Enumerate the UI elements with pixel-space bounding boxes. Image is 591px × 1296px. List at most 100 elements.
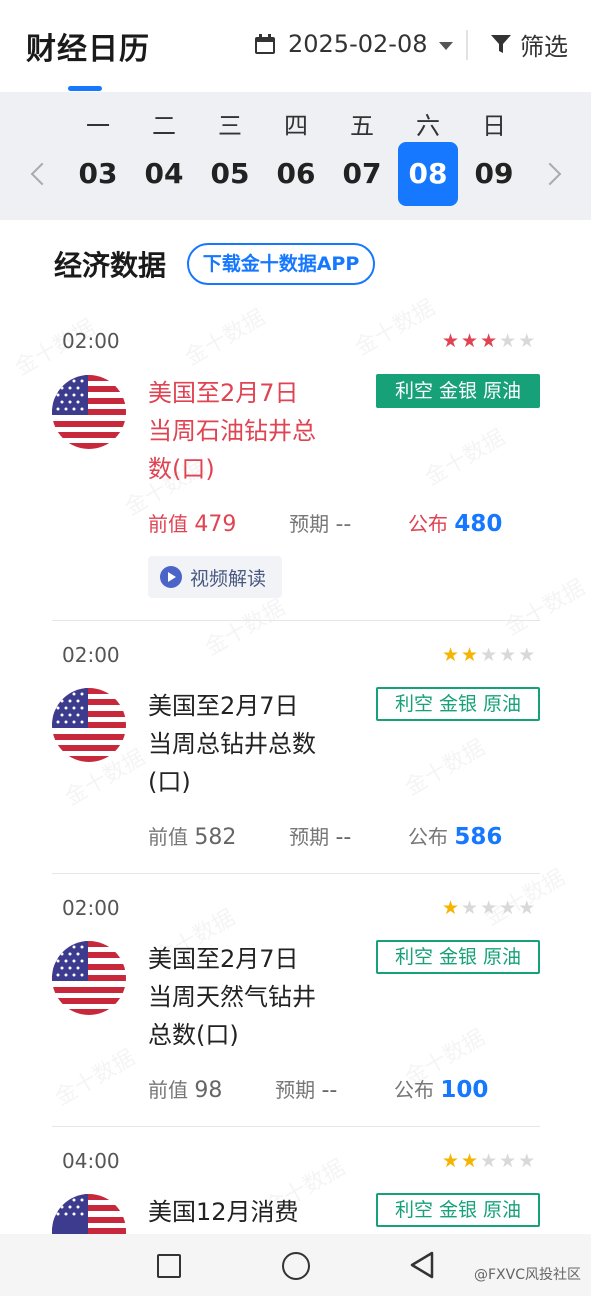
event-metrics: 前值 582 预期 -- 公布 586: [148, 821, 502, 850]
impact-tag: 利空 金银 原油: [376, 687, 540, 721]
impact-tag: 利空 金银 原油: [376, 374, 540, 408]
calendar-icon: [255, 34, 275, 54]
prev-value: 582: [194, 825, 237, 850]
weekday-label: 四: [284, 112, 308, 140]
star-filled-icon: ★: [442, 897, 460, 919]
star-empty-icon: ★: [518, 1150, 536, 1172]
prev-label: 前值: [148, 825, 188, 849]
top-bar: 财经日历 2025-02-08 筛选: [0, 0, 591, 92]
day-button[interactable]: 06: [266, 142, 326, 206]
weekday-label: 六: [416, 112, 440, 140]
watermark: 金十数据: [348, 290, 440, 362]
day-button[interactable]: 09: [464, 142, 524, 206]
star-empty-icon: ★: [499, 644, 517, 666]
video-analysis-button[interactable]: 视频解读: [148, 556, 282, 598]
recents-button[interactable]: [157, 1254, 181, 1278]
event-time: 02:00: [62, 643, 120, 667]
event-name: 美国12月消费: [148, 1198, 299, 1226]
title-underline: [68, 86, 102, 91]
star-empty-icon: ★: [499, 897, 517, 919]
actual-label: 公布: [394, 1078, 435, 1102]
section-title: 经济数据: [54, 249, 167, 282]
impact-tag: 利空 金银 原油: [376, 940, 540, 974]
page-title: 财经日历: [26, 32, 150, 67]
filter-icon: [491, 35, 511, 53]
star-filled-icon: ★: [461, 330, 479, 352]
week-strip: 一 二 三 四 五 六 日 03 04 05 06 07 08 09: [0, 92, 591, 220]
event-metrics: 前值 98 预期 -- 公布 100: [148, 1074, 488, 1103]
forecast-value: --: [335, 825, 352, 850]
weekday-label: 一: [86, 112, 110, 140]
divider: [52, 620, 540, 621]
star-filled-icon: ★: [461, 644, 479, 666]
watermark: 金十数据: [498, 570, 590, 642]
day-button[interactable]: 03: [68, 142, 128, 206]
next-week-icon[interactable]: [538, 162, 562, 186]
star-filled-icon: ★: [461, 1150, 479, 1172]
star-empty-icon: ★: [480, 897, 498, 919]
actual-value: 100: [440, 1077, 489, 1103]
divider: [52, 873, 540, 874]
star-empty-icon: ★: [480, 644, 498, 666]
actual-label: 公布: [408, 825, 449, 849]
weekday-label: 日: [482, 112, 506, 140]
prev-week-icon[interactable]: [30, 162, 54, 186]
filter-button[interactable]: 筛选: [490, 28, 568, 61]
importance-stars: ★ ★ ★ ★ ★: [442, 645, 535, 665]
system-nav-bar: @FXVC风投社区: [0, 1234, 591, 1296]
prev-label: 前值: [148, 512, 188, 536]
us-flag-icon: [52, 375, 126, 449]
star-empty-icon: ★: [518, 897, 536, 919]
forecast-value: --: [335, 512, 352, 537]
actual-label: 公布: [408, 512, 449, 536]
us-flag-icon: [52, 941, 126, 1015]
star-empty-icon: ★: [480, 1150, 498, 1172]
day-button[interactable]: 04: [134, 142, 194, 206]
impact-tag: 利空 金银 原油: [376, 1193, 540, 1227]
us-flag-icon: [52, 1194, 126, 1234]
star-empty-icon: ★: [461, 897, 479, 919]
prev-label: 前值: [148, 1078, 188, 1102]
event-name: 美国至2月7日当周天然气钻井总数(口): [148, 945, 316, 1049]
forecast-label: 预期: [289, 512, 330, 536]
star-empty-icon: ★: [499, 330, 517, 352]
importance-stars: ★ ★ ★ ★ ★: [442, 331, 535, 351]
weekday-label: 三: [218, 112, 242, 140]
watermark: 金十数据: [198, 590, 290, 662]
prev-value: 98: [194, 1078, 223, 1103]
star-empty-icon: ★: [518, 330, 536, 352]
caret-down-icon: [439, 41, 454, 50]
prev-value: 479: [194, 512, 237, 537]
star-filled-icon: ★: [442, 330, 460, 352]
credit-watermark: @FXVC风投社区: [474, 1267, 581, 1283]
filter-label: 筛选: [520, 32, 568, 61]
download-app-button[interactable]: 下载金十数据APP: [187, 243, 375, 285]
watermark: 金十数据: [178, 300, 270, 372]
day-button-selected[interactable]: 08: [398, 142, 458, 206]
event-time: 02:00: [62, 329, 120, 353]
event-name: 美国至2月7日当周总钻井总数(口): [148, 692, 316, 796]
actual-value: 480: [454, 511, 503, 537]
forecast-value: --: [321, 1078, 338, 1103]
home-button[interactable]: [282, 1252, 310, 1280]
divider: [52, 1126, 540, 1127]
star-filled-icon: ★: [480, 330, 498, 352]
us-flag-icon: [52, 688, 126, 762]
date-picker[interactable]: 2025-02-08: [254, 28, 454, 60]
star-filled-icon: ★: [442, 1150, 460, 1172]
day-button[interactable]: 07: [332, 142, 392, 206]
weekday-label: 五: [350, 112, 374, 140]
forecast-label: 预期: [275, 1078, 316, 1102]
importance-stars: ★ ★ ★ ★ ★: [442, 1151, 535, 1171]
day-button[interactable]: 05: [200, 142, 260, 206]
watermark: 金十数据: [478, 860, 570, 932]
back-button[interactable]: [408, 1250, 436, 1280]
actual-value: 586: [454, 824, 503, 850]
selected-date: 2025-02-08: [288, 30, 428, 58]
video-label: 视频解读: [190, 567, 267, 590]
play-icon: [160, 566, 182, 588]
watermark: 金十数据: [398, 730, 490, 802]
watermark: 金十数据: [418, 420, 510, 492]
weekday-label: 二: [152, 112, 176, 140]
importance-stars: ★ ★ ★ ★ ★: [442, 898, 535, 918]
